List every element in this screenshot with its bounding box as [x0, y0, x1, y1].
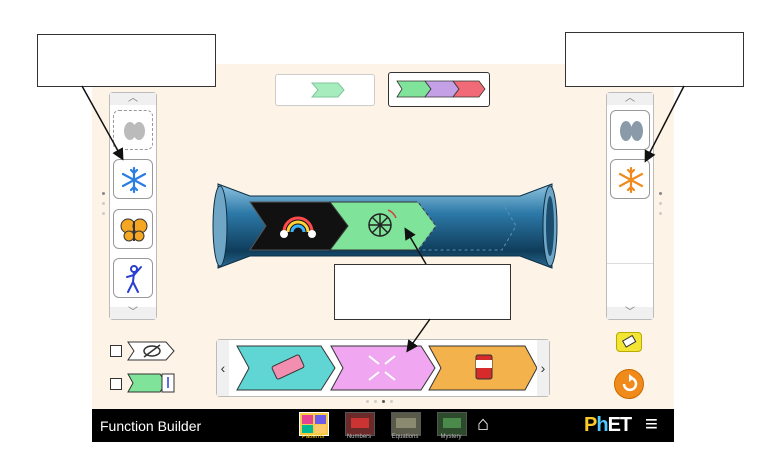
function-page-dot [390, 400, 393, 403]
eraser-button[interactable] [616, 332, 642, 352]
hide-functions-checkbox[interactable] [110, 345, 122, 357]
snowflake-icon [618, 166, 644, 194]
annotation-box-right [565, 32, 744, 87]
input-carousel: ︿ ﹀ [109, 92, 157, 320]
show-function-checkbox[interactable] [110, 378, 122, 390]
output-card-snowflake[interactable] [610, 159, 650, 199]
function-page-dot [374, 400, 377, 403]
input-card-feet[interactable] [113, 110, 153, 150]
screen-button-equations[interactable] [391, 412, 421, 436]
function-icon [127, 373, 175, 393]
equations-icon [396, 418, 416, 428]
annotation-box-middle [334, 264, 511, 320]
feet-icon [124, 122, 145, 140]
app-title: Function Builder [100, 418, 202, 434]
screen-button-mystery[interactable] [437, 412, 467, 436]
function-carousel: ‹ › [216, 339, 550, 397]
screen-button-patterns[interactable] [299, 412, 329, 436]
paint-can-icon [475, 354, 493, 380]
function-builder [212, 183, 558, 269]
reset-all-button[interactable] [614, 369, 644, 399]
navigation-bar: Function Builder Patterns Numbers Equati… [92, 409, 674, 442]
screen-button-numbers[interactable] [345, 412, 375, 436]
function-paint-can[interactable] [428, 345, 537, 391]
mystery-icon [443, 418, 461, 428]
function-pieces [236, 345, 537, 391]
screen-label-patterns: Patterns [301, 434, 325, 440]
simulation-area: ︿ ﹀ ︿ ﹀ ‹ › [92, 64, 674, 409]
mini-function-card[interactable] [275, 74, 375, 106]
input-scroll-down-button[interactable]: ﹀ [110, 307, 156, 319]
output-page-dot [659, 212, 662, 215]
eye-off-icon [127, 341, 175, 361]
input-page-dot [102, 202, 105, 205]
reset-all-icon [622, 374, 638, 392]
input-page-dot [102, 212, 105, 215]
input-card-snowflake[interactable] [113, 159, 153, 199]
patterns-icon [302, 415, 326, 433]
annotation-box-left [37, 34, 216, 87]
input-card-butterfly[interactable] [113, 209, 153, 249]
output-page-dot [659, 192, 662, 195]
butterfly-icon [120, 218, 148, 242]
screen-label-mystery: Mystery [440, 434, 462, 440]
stick-figure-icon [126, 265, 142, 293]
mini-arrow-icon [310, 82, 345, 98]
numbers-icon [351, 418, 369, 428]
composite-function-card[interactable] [388, 72, 490, 107]
function-eraser[interactable] [236, 345, 336, 391]
function-page-dot [366, 400, 369, 403]
eraser-button-icon [621, 334, 637, 348]
function-page-dot [382, 400, 385, 403]
screen-label-numbers: Numbers [346, 434, 372, 440]
output-divider [607, 263, 653, 264]
composite-arrows-icon [396, 80, 486, 98]
output-card-feet[interactable] [610, 110, 650, 150]
screen-label-equations: Equations [391, 434, 419, 440]
menu-icon[interactable]: ≡ [645, 413, 658, 435]
input-scroll-up-button[interactable]: ︿ [110, 93, 156, 105]
function-scroll-right-button[interactable]: › [537, 340, 549, 396]
output-page-dot [659, 202, 662, 205]
output-carousel: ︿ ﹀ [606, 92, 654, 320]
output-scroll-down-button[interactable]: ﹀ [607, 307, 653, 319]
home-icon[interactable]: ⌂ [477, 414, 489, 434]
input-page-dot [102, 192, 105, 195]
function-scroll-left-button[interactable]: ‹ [217, 340, 229, 396]
function-shrink[interactable] [330, 345, 436, 391]
phet-logo[interactable]: PhET [584, 414, 632, 437]
input-card-stick-figure[interactable] [113, 258, 153, 298]
output-scroll-up-button[interactable]: ︿ [607, 93, 653, 105]
feet-icon [620, 121, 643, 141]
snowflake-icon [121, 166, 147, 194]
